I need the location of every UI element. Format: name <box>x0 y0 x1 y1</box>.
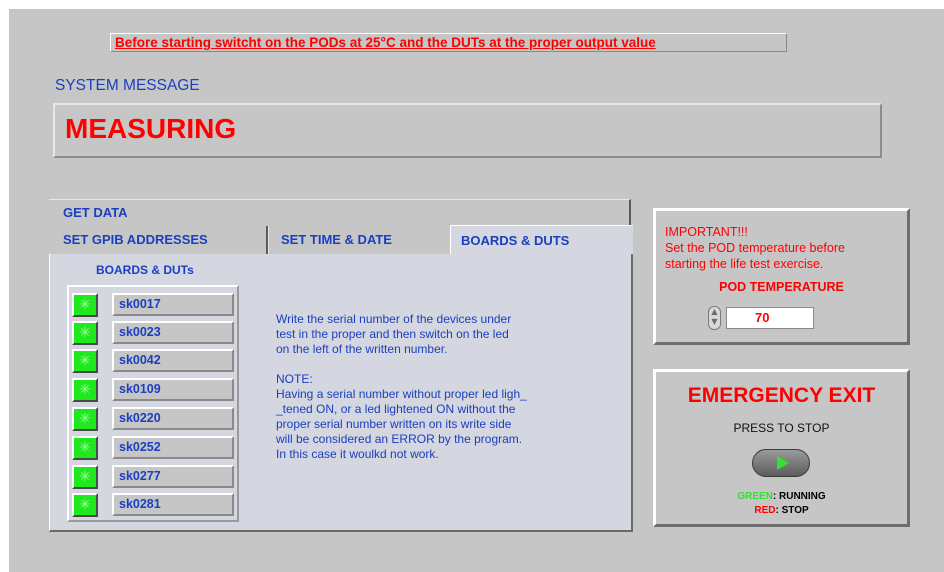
serial-input[interactable]: sk0042 <box>112 349 234 372</box>
led-toggle[interactable]: ✳ <box>72 293 98 317</box>
dut-row: ✳ sk0220 <box>70 404 236 432</box>
dut-row: ✳ sk0023 <box>70 318 236 346</box>
dut-row: ✳ sk0017 <box>70 290 236 318</box>
system-message-box: MEASURING <box>53 103 882 158</box>
emergency-panel: EMERGENCY EXIT PRESS TO STOP GREEN: RUNN… <box>653 369 910 527</box>
system-message-value: MEASURING <box>65 113 237 144</box>
system-message-label: SYSTEM MESSAGE <box>55 77 200 94</box>
legend-stop: RED: STOP <box>754 505 809 516</box>
led-toggle[interactable]: ✳ <box>72 349 98 373</box>
tab-boards-duts[interactable]: BOARDS & DUTS <box>450 225 633 255</box>
emergency-exit-title: EMERGENCY EXIT <box>687 384 876 407</box>
instructions-text: Write the serial number of the devices u… <box>276 312 527 461</box>
serial-input[interactable]: sk0277 <box>112 465 234 488</box>
dut-row: ✳ sk0109 <box>70 375 236 403</box>
led-toggle[interactable]: ✳ <box>72 493 98 517</box>
dut-row: ✳ sk0252 <box>70 433 236 461</box>
led-toggle[interactable]: ✳ <box>72 465 98 489</box>
stop-button[interactable] <box>752 449 810 477</box>
serial-input[interactable]: sk0220 <box>112 407 234 430</box>
important-text: IMPORTANT!!! Set the POD temperature bef… <box>665 225 845 271</box>
boards-duts-title: BOARDS & DUTs <box>96 263 194 277</box>
dut-row: ✳ sk0277 <box>70 462 236 490</box>
led-toggle[interactable]: ✳ <box>72 321 98 345</box>
pod-temperature-input[interactable]: 70 <box>726 307 814 329</box>
play-arrow-icon <box>777 456 789 470</box>
pod-temperature-label: POD TEMPERATURE <box>719 280 844 294</box>
spinner-arrows-icon[interactable]: ▲ ▼ <box>708 306 721 330</box>
legend-running: GREEN: RUNNING <box>737 491 826 502</box>
tab-get-data[interactable]: GET DATA <box>49 199 631 225</box>
dut-row: ✳ sk0042 <box>70 346 236 374</box>
led-toggle[interactable]: ✳ <box>72 378 98 402</box>
led-toggle[interactable]: ✳ <box>72 436 98 460</box>
serial-input[interactable]: sk0017 <box>112 293 234 316</box>
serial-input[interactable]: sk0023 <box>112 321 234 344</box>
led-toggle[interactable]: ✳ <box>72 407 98 431</box>
serial-input[interactable]: sk0252 <box>112 436 234 459</box>
warning-banner: Before starting switcht on the PODs at 2… <box>110 33 787 52</box>
press-to-stop-label: PRESS TO STOP <box>733 421 830 435</box>
tab-set-gpib-addresses[interactable]: SET GPIB ADDRESSES <box>49 226 268 254</box>
serial-input[interactable]: sk0109 <box>112 378 234 401</box>
serial-input[interactable]: sk0281 <box>112 493 234 516</box>
important-panel: IMPORTANT!!! Set the POD temperature bef… <box>653 208 910 345</box>
dut-row: ✳ sk0281 <box>70 490 236 518</box>
tab-set-time-date[interactable]: SET TIME & DATE <box>268 226 450 254</box>
